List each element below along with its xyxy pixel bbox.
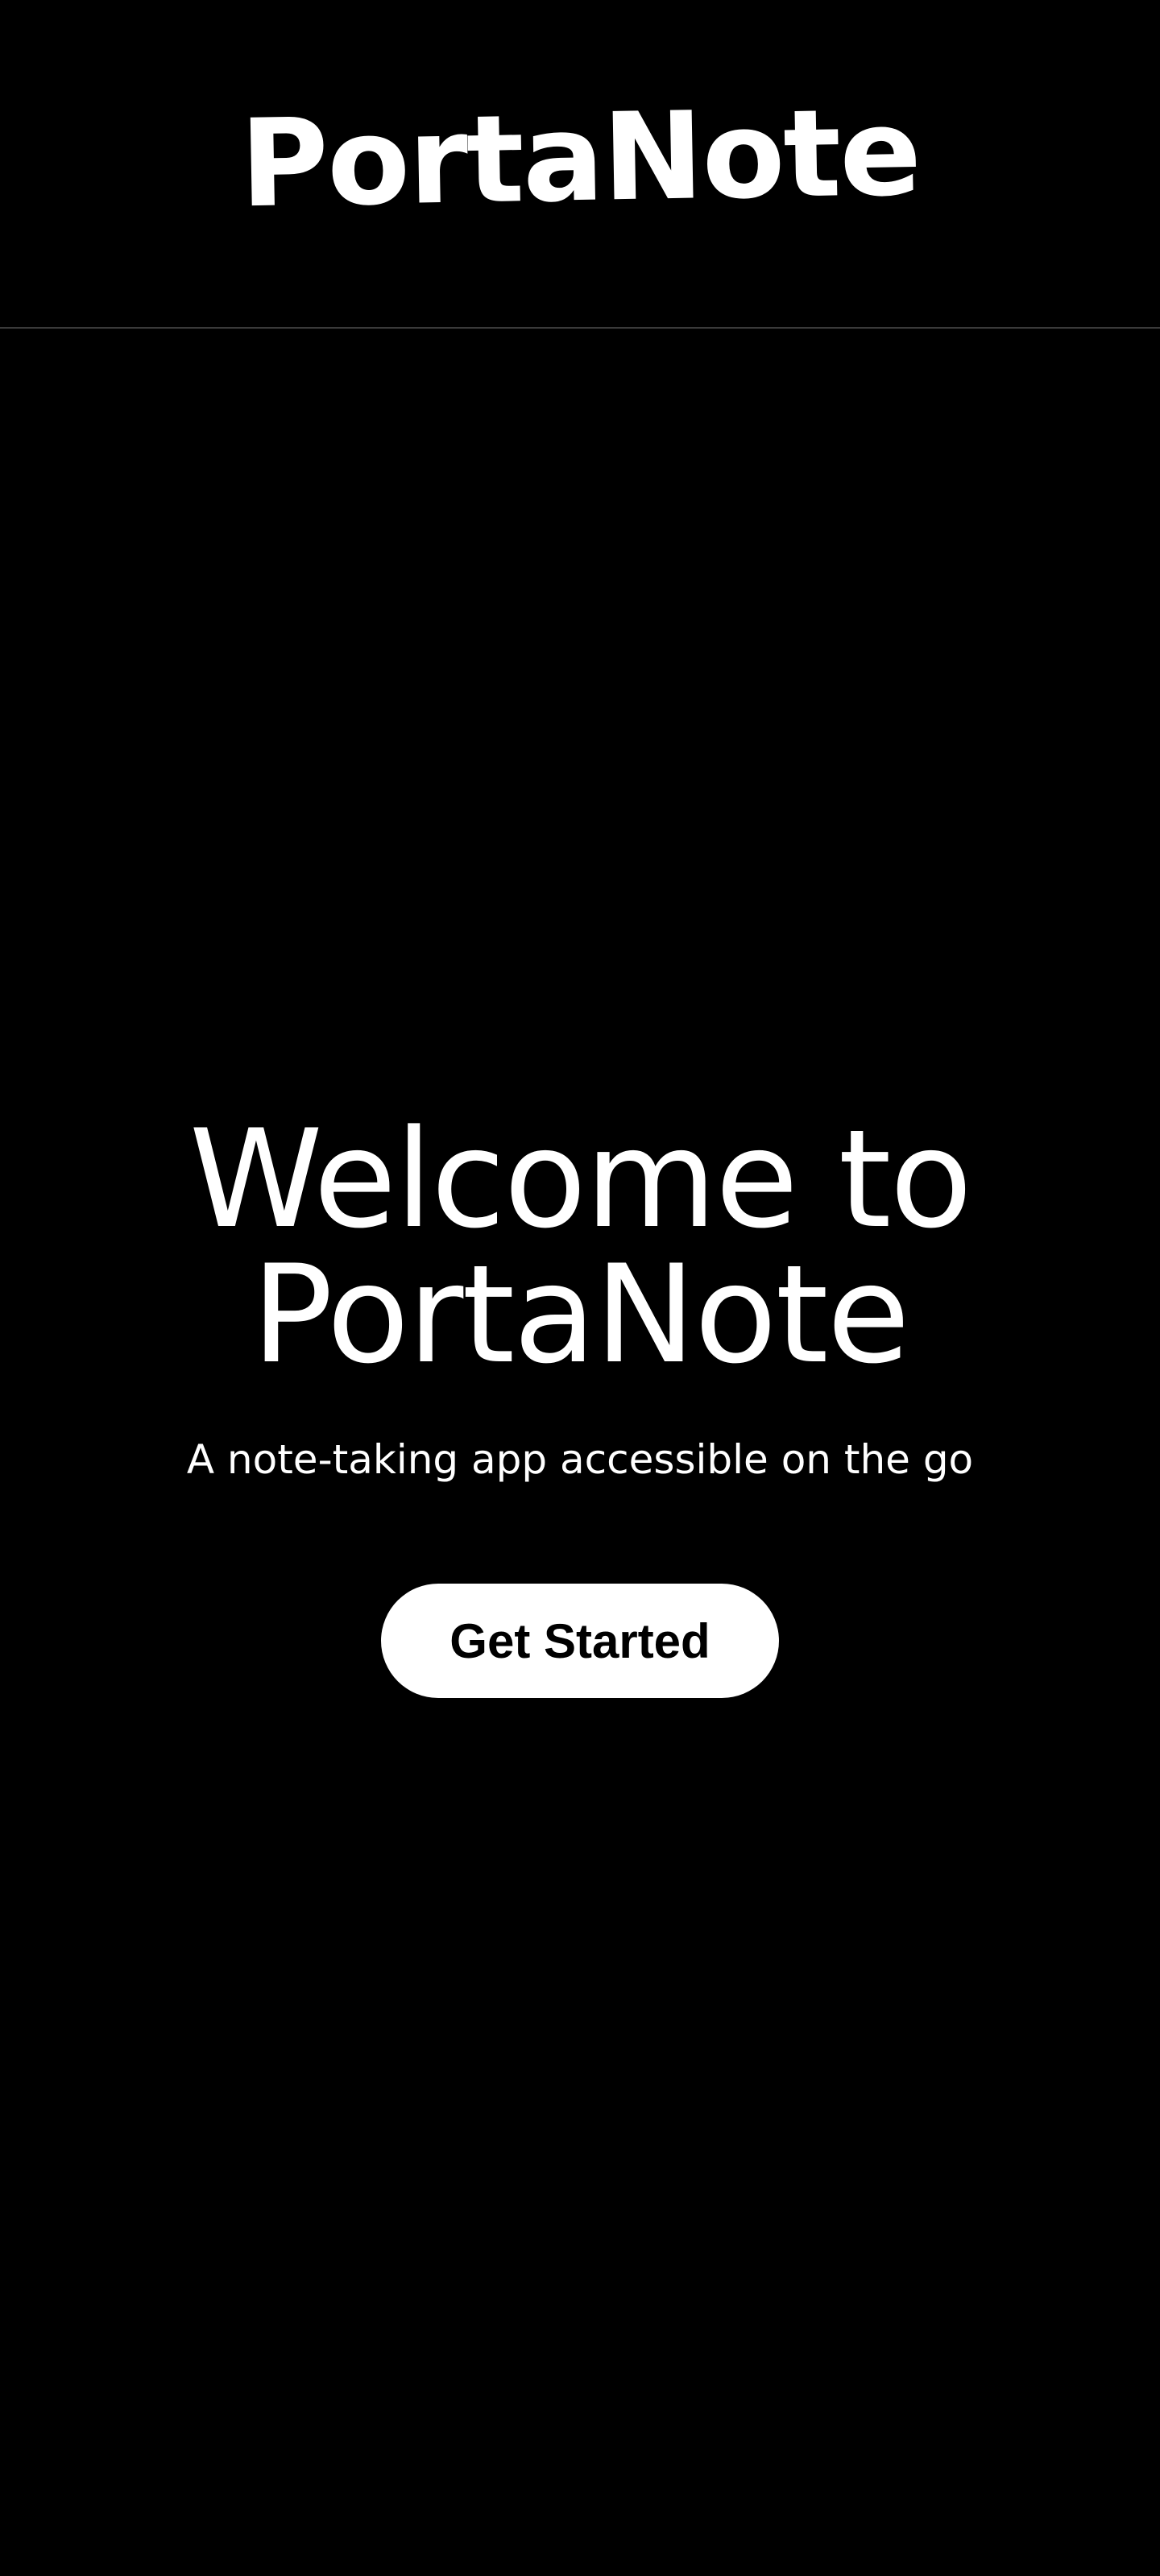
hero-subtitle: A note-taking app accessible on the go [186,1436,974,1483]
hero-title-line-2: PortaNote [251,1236,910,1394]
hero-section: Welcome to PortaNote A note-taking app a… [0,1112,1160,1698]
get-started-button[interactable]: Get Started [381,1584,779,1698]
hero-title: Welcome to PortaNote [0,1112,1160,1382]
hero-title-line-1: Welcome to [188,1100,973,1258]
site-header: PortaNote [0,0,1160,329]
logo[interactable]: PortaNote [239,83,922,235]
